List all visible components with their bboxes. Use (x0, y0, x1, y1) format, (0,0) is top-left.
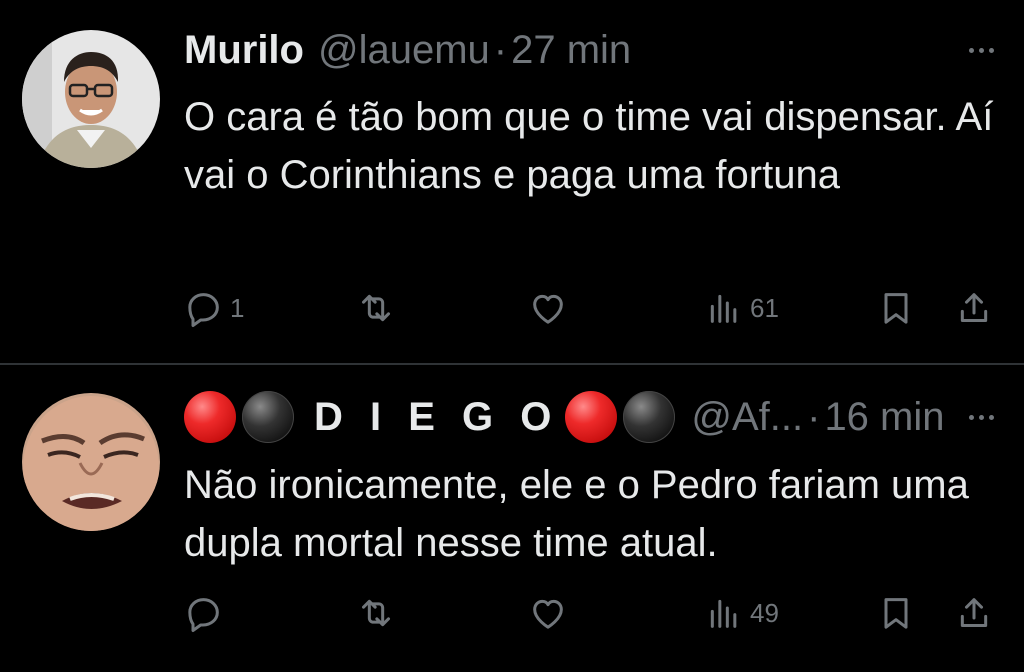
red-circle-icon (565, 391, 618, 443)
avatar[interactable] (22, 30, 160, 168)
retweet-button[interactable] (356, 283, 402, 333)
avatar-photo (22, 393, 160, 531)
reply-button[interactable]: 1 (184, 283, 244, 333)
like-icon (533, 599, 563, 629)
retweet-icon (362, 294, 390, 322)
bookmark-button[interactable] (876, 283, 916, 333)
like-icon (533, 294, 563, 324)
tweet-header: Murilo @lauemu · 27 min (184, 22, 1004, 78)
user-handle[interactable]: @Af... (691, 395, 803, 440)
action-bar: 1 61 (184, 283, 1004, 333)
separator: · (493, 27, 508, 72)
share-icon (960, 598, 988, 627)
action-bar: 49 (184, 588, 1004, 638)
tweet-text: Não ironicamente, ele e o Pedro fariam u… (184, 463, 969, 565)
retweet-icon (362, 599, 390, 627)
bookmark-icon (884, 598, 908, 629)
views-count: 49 (750, 597, 779, 628)
views-icon (710, 294, 737, 323)
retweet-button[interactable] (356, 588, 402, 638)
reply-icon (188, 598, 219, 632)
views-button[interactable]: 61 (704, 283, 779, 333)
reply-count: 1 (230, 292, 245, 323)
share-icon (960, 293, 988, 322)
black-circle-icon (242, 391, 294, 443)
bookmark-icon (884, 293, 908, 324)
tweet[interactable]: D I E G O @Af... · 16 min Não ironicamen… (0, 365, 1024, 672)
timestamp[interactable]: 27 min (511, 28, 631, 73)
like-button[interactable] (528, 588, 574, 638)
avatar-photo (22, 30, 160, 168)
tweet-text: O cara é tão bom que o time vai dispensa… (184, 95, 994, 197)
views-button[interactable]: 49 (704, 588, 779, 638)
timestamp[interactable]: 16 min (824, 395, 944, 440)
more-icon[interactable] (958, 397, 1004, 437)
reply-button[interactable] (184, 588, 230, 638)
share-button[interactable] (954, 283, 994, 333)
display-name[interactable]: Murilo (184, 28, 304, 73)
reply-icon (188, 293, 219, 327)
more-icon[interactable] (958, 30, 1004, 70)
avatar[interactable] (22, 393, 160, 531)
tweet[interactable]: Murilo @lauemu · 27 min O cara é tão bom… (0, 0, 1024, 363)
views-icon (710, 599, 737, 628)
display-name[interactable]: D I E G O (314, 395, 559, 440)
bookmark-button[interactable] (876, 588, 916, 638)
red-circle-icon (184, 391, 236, 443)
black-circle-icon (623, 391, 676, 443)
tweet-header: D I E G O @Af... · 16 min (184, 389, 1004, 445)
separator: · (807, 394, 821, 439)
views-count: 61 (750, 292, 779, 323)
user-handle[interactable]: @lauemu (318, 28, 490, 73)
share-button[interactable] (954, 588, 994, 638)
like-button[interactable] (528, 283, 574, 333)
